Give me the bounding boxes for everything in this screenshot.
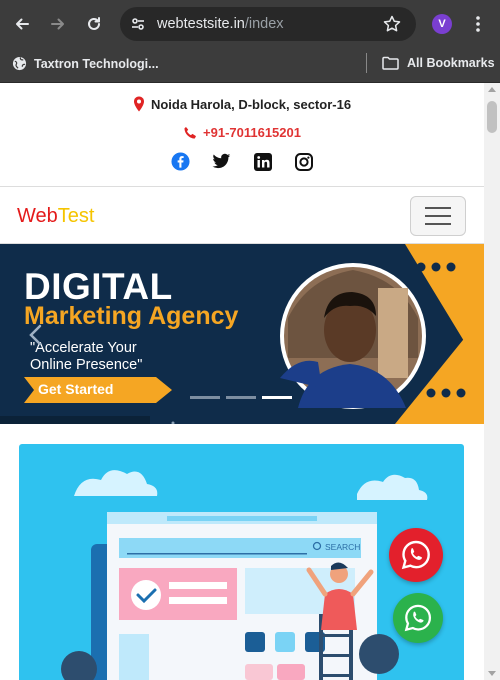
phone-line[interactable]: +91-7011615201 [0,125,484,140]
browser-menu-icon[interactable] [466,12,490,36]
site-settings-icon[interactable] [130,16,146,32]
forward-button[interactable] [45,11,71,37]
hero-quote-line-1: "Accelerate Your [30,340,137,356]
whatsapp-icon [401,540,430,570]
back-arrow-icon [16,18,29,30]
search-label: SEARCH [325,542,360,552]
bookmark-star-icon[interactable] [382,14,402,34]
bookmark-label: All Bookmarks [407,56,495,70]
bookmark-taxtron[interactable]: Taxtron Technologi... [12,56,159,71]
hamburger-icon [425,207,451,209]
page-scrollbar[interactable] [484,83,500,680]
menu-toggle-button[interactable] [410,196,466,236]
carousel-indicator[interactable] [190,396,220,399]
site-navbar: WebTest [0,186,484,244]
folder-icon [382,56,399,70]
whatsapp-chat-button-green[interactable] [393,593,443,643]
hamburger-line [425,215,451,217]
profile-avatar[interactable]: V [432,14,452,34]
all-bookmarks-button[interactable]: All Bookmarks [382,56,495,70]
brand-web: Web [17,205,58,227]
bookmarks-separator [366,53,367,73]
reload-icon [88,17,100,30]
scroll-thumb[interactable] [487,101,497,133]
hero-portrait [280,263,426,409]
url-host: webtestsite.in [157,16,245,32]
phone-text: +91-7011615201 [203,125,301,140]
instagram-link[interactable] [294,152,313,171]
hero-quote-line-2: Online Presence" [30,357,143,373]
back-button[interactable] [9,11,35,37]
carousel-indicators [190,396,292,399]
twitter-link[interactable] [212,152,231,171]
contact-header: Noida Harola, D-block, sector-16 +91-701… [0,83,484,187]
bookmarks-bar: Taxtron Technologi... All Bookmarks [0,47,500,83]
instagram-icon [294,152,313,171]
whatsapp-icon [404,604,432,632]
map-pin-icon [133,96,144,112]
hamburger-line [425,223,451,225]
browser-chrome: webtestsite.in/index V Taxtron Technolog… [0,0,500,83]
hero-carousel: DIGITAL Marketing Agency "Accelerate You… [0,244,484,424]
linkedin-link[interactable] [253,152,272,171]
forward-arrow-icon [51,18,64,30]
scroll-up-icon[interactable] [488,87,496,92]
brand-test: Test [57,205,95,227]
scroll-down-icon[interactable] [488,671,496,676]
globe-icon [12,56,27,71]
carousel-prev-icon[interactable] [28,324,44,346]
facebook-icon [171,152,190,171]
url-path: /index [244,16,284,32]
whatsapp-chat-button[interactable] [389,528,443,582]
site-logo[interactable]: WebTest [17,205,94,228]
get-started-label[interactable]: Get Started [38,381,113,397]
hero-subheadline: Marketing Agency [24,302,239,330]
social-links [0,152,484,171]
web-page: Noida Harola, D-block, sector-16 +91-701… [0,83,484,680]
phone-icon [184,126,197,139]
carousel-indicator[interactable] [226,396,256,399]
address-text: Noida Harola, D-block, sector-16 [150,96,352,112]
linkedin-icon [253,152,272,171]
carousel-indicator-active[interactable] [262,396,292,399]
bookmark-label: Taxtron Technologi... [34,56,159,71]
browser-toolbar: webtestsite.in/index V [0,0,500,47]
twitter-icon [212,153,231,169]
address-bar[interactable]: webtestsite.in/index [120,7,416,41]
facebook-link[interactable] [171,152,190,171]
url-text: webtestsite.in/index [157,16,284,32]
address-line: Noida Harola, D-block, sector-16 [0,96,484,112]
reload-button[interactable] [81,11,107,37]
